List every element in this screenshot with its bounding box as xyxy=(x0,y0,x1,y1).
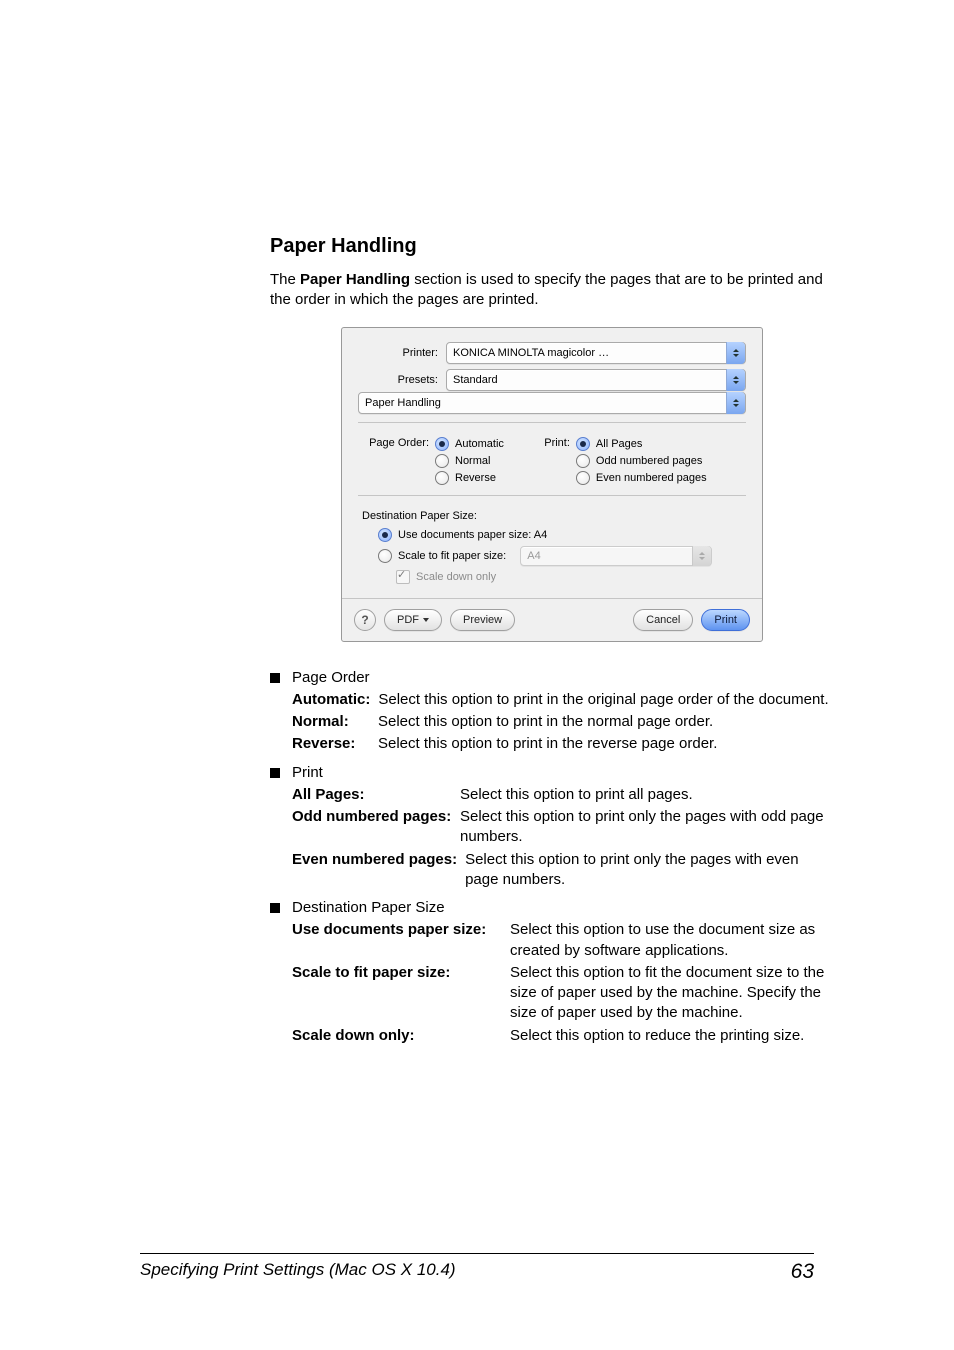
preview-button-label: Preview xyxy=(463,614,502,626)
term-scale-to-fit: Scale to fit paper size: xyxy=(292,963,502,1024)
radio-icon xyxy=(378,549,392,563)
preview-button[interactable]: Preview xyxy=(450,609,515,631)
presets-select[interactable]: Standard xyxy=(446,369,746,391)
radio-icon xyxy=(576,471,590,485)
page-order-normal-radio[interactable]: Normal xyxy=(362,454,504,468)
bullet-icon xyxy=(270,673,280,683)
fit-paper-size-select: A4 xyxy=(520,546,712,566)
section-heading: Paper Handling xyxy=(270,235,834,258)
term-automatic: Automatic: xyxy=(292,690,370,710)
dest-bullet-title: Destination Paper Size xyxy=(292,898,834,918)
radio-icon xyxy=(435,454,449,468)
print-even-radio[interactable]: Even numbered pages xyxy=(534,471,707,485)
term-normal: Normal: xyxy=(292,712,370,732)
desc-odd-pages: Select this option to print only the pag… xyxy=(460,807,834,848)
print-bullet-title: Print xyxy=(292,763,834,783)
desc-use-doc-size: Select this option to use the document s… xyxy=(510,920,834,961)
page-footer: Specifying Print Settings (Mac OS X 10.4… xyxy=(140,1253,814,1284)
term-reverse: Reverse: xyxy=(292,734,370,754)
page-order-bullet-title: Page Order xyxy=(292,668,834,688)
print-even-label: Even numbered pages xyxy=(596,472,707,484)
page-order-automatic-radio[interactable]: Page Order: Automatic xyxy=(362,437,504,451)
page-number: 63 xyxy=(791,1260,814,1284)
fit-paper-size-value: A4 xyxy=(527,550,540,562)
page-order-normal-label: Normal xyxy=(455,455,490,467)
desc-even-pages: Select this option to print only the pag… xyxy=(465,850,834,891)
printer-select-value: KONICA MINOLTA magicolor … xyxy=(453,347,609,359)
radio-icon xyxy=(435,437,449,451)
radio-icon xyxy=(576,454,590,468)
printer-label: Printer: xyxy=(358,347,446,359)
print-group: Print: All Pages Odd numbered pages Even… xyxy=(534,437,707,485)
desc-scale-down-only: Select this option to reduce the printin… xyxy=(510,1026,834,1046)
page-order-reverse-label: Reverse xyxy=(455,472,496,484)
panel-select[interactable]: Paper Handling xyxy=(358,392,746,414)
desc-reverse: Select this option to print in the rever… xyxy=(378,734,834,754)
radio-icon xyxy=(576,437,590,451)
use-doc-size-radio[interactable]: Use documents paper size: A4 xyxy=(362,526,742,544)
term-odd-pages: Odd numbered pages: xyxy=(292,807,452,848)
term-even-pages: Even numbered pages: xyxy=(292,850,457,891)
page-order-group: Page Order: Automatic Normal Reverse xyxy=(362,437,504,485)
divider xyxy=(358,495,746,496)
radio-icon xyxy=(435,471,449,485)
print-label: Print: xyxy=(534,437,570,449)
page-order-label: Page Order: xyxy=(362,437,429,449)
term-use-doc-size: Use documents paper size: xyxy=(292,920,502,961)
chevron-down-icon xyxy=(423,618,429,622)
desc-normal: Select this option to print in the norma… xyxy=(378,712,834,732)
help-button[interactable]: ? xyxy=(354,609,376,631)
pdf-button-label: PDF xyxy=(397,614,419,626)
print-dialog: Printer: KONICA MINOLTA magicolor … Pres… xyxy=(341,327,763,642)
radio-icon xyxy=(378,528,392,542)
presets-label: Presets: xyxy=(358,374,446,386)
desc-automatic: Select this option to print in the origi… xyxy=(378,690,834,710)
cancel-button-label: Cancel xyxy=(646,614,680,626)
scale-down-only-label: Scale down only xyxy=(416,571,496,583)
term-all-pages: All Pages: xyxy=(292,785,452,805)
scale-to-fit-label: Scale to fit paper size: xyxy=(398,550,506,562)
footer-rule xyxy=(140,1253,814,1254)
print-all-label: All Pages xyxy=(596,438,642,450)
dropdown-arrows-icon xyxy=(726,342,745,364)
dropdown-arrows-icon xyxy=(726,392,745,414)
desc-scale-to-fit: Select this option to fit the document s… xyxy=(510,963,834,1024)
pdf-button[interactable]: PDF xyxy=(384,609,442,631)
cancel-button[interactable]: Cancel xyxy=(633,609,693,631)
panel-select-value: Paper Handling xyxy=(365,397,441,409)
footer-left: Specifying Print Settings (Mac OS X 10.4… xyxy=(140,1260,456,1284)
definitions: Page Order Automatic: Select this option… xyxy=(270,668,834,1048)
help-icon: ? xyxy=(361,613,368,627)
scale-to-fit-radio[interactable]: Scale to fit paper size: A4 xyxy=(362,544,742,568)
scale-down-only-checkbox: Scale down only xyxy=(362,568,742,586)
bullet-icon xyxy=(270,903,280,913)
divider xyxy=(358,422,746,423)
print-button-label: Print xyxy=(714,614,737,626)
intro-text-a: The xyxy=(270,271,300,288)
dropdown-arrows-icon xyxy=(692,546,711,566)
destination-paper-size-group: Destination Paper Size: Use documents pa… xyxy=(358,506,746,586)
destination-title: Destination Paper Size: xyxy=(362,510,742,522)
page-order-reverse-radio[interactable]: Reverse xyxy=(362,471,504,485)
bullet-icon xyxy=(270,768,280,778)
print-odd-radio[interactable]: Odd numbered pages xyxy=(534,454,707,468)
print-odd-label: Odd numbered pages xyxy=(596,455,702,467)
intro-bold: Paper Handling xyxy=(300,271,410,288)
page-order-automatic-label: Automatic xyxy=(455,438,504,450)
checkbox-icon xyxy=(396,570,410,584)
print-button[interactable]: Print xyxy=(701,609,750,631)
term-scale-down-only: Scale down only: xyxy=(292,1026,502,1046)
intro-paragraph: The Paper Handling section is used to sp… xyxy=(270,270,834,311)
desc-all-pages: Select this option to print all pages. xyxy=(460,785,834,805)
dropdown-arrows-icon xyxy=(726,369,745,391)
presets-select-value: Standard xyxy=(453,374,498,386)
printer-select[interactable]: KONICA MINOLTA magicolor … xyxy=(446,342,746,364)
print-all-radio[interactable]: Print: All Pages xyxy=(534,437,707,451)
use-doc-size-label: Use documents paper size: A4 xyxy=(398,529,547,541)
